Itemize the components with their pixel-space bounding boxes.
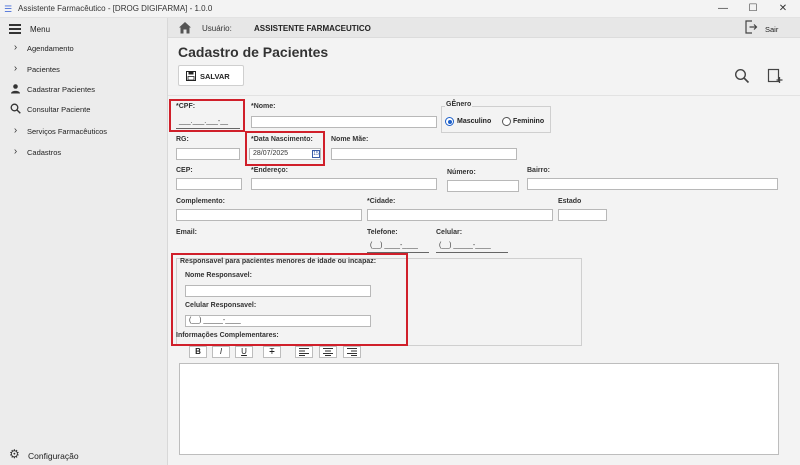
sidebar-item-configuracao[interactable]: ⚙ Configuração bbox=[0, 447, 168, 463]
home-icon[interactable] bbox=[178, 21, 192, 34]
complemento-input[interactable] bbox=[176, 209, 362, 221]
search-icon[interactable] bbox=[734, 68, 750, 84]
window-titlebar: ☰ Assistente Farmacêutico - [DROG DIGIFA… bbox=[0, 0, 800, 18]
info-complementares-editor[interactable] bbox=[179, 363, 779, 455]
sidebar-item-servicos-farmaceuticos[interactable]: › Serviços Farmacêuticos bbox=[0, 123, 168, 139]
main-content: Usuário: ASSISTENTE FARMACEUTICO Sair Ca… bbox=[168, 18, 800, 465]
celular-label: Celular: bbox=[436, 229, 463, 236]
chevron-right-icon: › bbox=[13, 63, 18, 74]
nome-input[interactable] bbox=[251, 116, 437, 128]
user-name: ASSISTENTE FARMACEUTICO bbox=[254, 24, 371, 33]
align-right-button[interactable] bbox=[343, 346, 361, 358]
sidebar-item-label: Cadastros bbox=[27, 148, 62, 157]
genero-label: GÊnero bbox=[445, 101, 473, 108]
sidebar-item-label: Consultar Paciente bbox=[27, 105, 91, 114]
cep-label: CEP: bbox=[176, 167, 193, 174]
italic-button[interactable]: I bbox=[212, 346, 230, 358]
maximize-button[interactable]: ☐ bbox=[740, 2, 766, 16]
patient-form: *CPF: ___.___.___-__ *Nome: GÊnero Mascu… bbox=[168, 95, 800, 465]
sidebar-item-consultar-paciente[interactable]: Consultar Paciente bbox=[0, 101, 168, 117]
bold-button[interactable]: B bbox=[189, 346, 207, 358]
window-title: Assistente Farmacêutico - [DROG DIGIFARM… bbox=[18, 4, 213, 13]
info-complementares-label: Informações Complementares: bbox=[176, 332, 279, 339]
numero-input[interactable] bbox=[447, 180, 519, 192]
nome-responsavel-input[interactable] bbox=[185, 285, 371, 297]
estado-input[interactable] bbox=[558, 209, 607, 221]
page-title: Cadastro de Pacientes bbox=[178, 44, 329, 60]
sidebar-item-label: Serviços Farmacêuticos bbox=[27, 127, 108, 136]
cidade-label: *Cidade: bbox=[367, 198, 396, 205]
celular-input[interactable]: (__) _____-____ bbox=[436, 241, 508, 253]
nome-responsavel-label: Nome Responsavel: bbox=[185, 272, 252, 279]
save-icon bbox=[186, 71, 196, 81]
align-left-button[interactable] bbox=[295, 346, 313, 358]
underline-button[interactable]: U bbox=[235, 346, 253, 358]
save-button[interactable]: SALVAR bbox=[178, 65, 244, 86]
endereco-input[interactable] bbox=[251, 178, 437, 190]
endereco-label: *Endereço: bbox=[251, 167, 288, 174]
save-button-label: SALVAR bbox=[200, 72, 230, 81]
exit-icon[interactable] bbox=[744, 20, 758, 34]
chevron-right-icon: › bbox=[13, 125, 18, 136]
align-right-icon bbox=[347, 348, 357, 356]
estado-label: Estado bbox=[558, 198, 582, 205]
search-icon bbox=[10, 103, 21, 114]
telefone-label: Telefone: bbox=[367, 229, 398, 236]
data-nascimento-highlight bbox=[245, 131, 325, 166]
masculino-label: Masculino bbox=[457, 118, 492, 125]
rg-input[interactable] bbox=[176, 148, 240, 160]
celular-responsavel-input[interactable]: (__) _____-____ bbox=[185, 315, 371, 327]
telefone-input[interactable]: (__) ____-____ bbox=[367, 241, 429, 253]
responsavel-title: Responsavel para pacientes menores de id… bbox=[180, 258, 377, 265]
sidebar-item-label: Pacientes bbox=[27, 65, 60, 74]
align-left-icon bbox=[299, 348, 309, 356]
cep-input[interactable] bbox=[176, 178, 242, 190]
bairro-input[interactable] bbox=[527, 178, 778, 190]
chevron-right-icon: › bbox=[13, 42, 18, 53]
email-label: Email: bbox=[176, 229, 198, 236]
new-record-icon[interactable] bbox=[767, 68, 783, 84]
align-center-button[interactable] bbox=[319, 346, 337, 358]
gear-icon: ⚙ bbox=[9, 447, 20, 461]
sidebar-item-agendamento[interactable]: › Agendamento bbox=[0, 40, 168, 56]
cidade-input[interactable] bbox=[367, 209, 553, 221]
strikethrough-button[interactable]: T bbox=[263, 346, 281, 358]
feminino-radio[interactable] bbox=[502, 117, 511, 126]
masculino-radio[interactable] bbox=[445, 117, 454, 126]
sidebar-item-label: Cadastrar Pacientes bbox=[27, 85, 95, 94]
complemento-label: Complemento: bbox=[176, 198, 225, 205]
nome-mae-label: Nome Mãe: bbox=[331, 136, 369, 143]
sidebar-item-label: Agendamento bbox=[27, 44, 74, 53]
celular-responsavel-label: Celular Responsavel: bbox=[185, 302, 257, 309]
menu-toggle[interactable]: Menu bbox=[0, 20, 168, 38]
nome-label: *Nome: bbox=[251, 103, 276, 110]
person-icon bbox=[10, 83, 21, 94]
exit-button[interactable]: Sair bbox=[765, 25, 778, 34]
sidebar-item-label: Configuração bbox=[28, 451, 79, 461]
hamburger-icon bbox=[9, 24, 21, 34]
user-label: Usuário: bbox=[202, 24, 232, 33]
numero-label: Número: bbox=[447, 169, 476, 176]
chevron-right-icon: › bbox=[13, 146, 18, 157]
nome-mae-input[interactable] bbox=[331, 148, 517, 160]
close-button[interactable]: ✕ bbox=[770, 2, 796, 16]
align-center-icon bbox=[323, 348, 333, 356]
feminino-label: Feminino bbox=[513, 118, 545, 125]
menu-label: Menu bbox=[30, 25, 51, 34]
app-logo-icon: ☰ bbox=[4, 4, 13, 14]
cpf-highlight bbox=[169, 99, 245, 132]
sidebar-item-pacientes[interactable]: › Pacientes bbox=[0, 61, 168, 77]
sidebar: Menu › Agendamento › Pacientes Cadastrar… bbox=[0, 18, 168, 465]
top-bar: Usuário: ASSISTENTE FARMACEUTICO Sair bbox=[168, 18, 800, 38]
minimize-button[interactable]: — bbox=[710, 2, 736, 16]
bairro-label: Bairro: bbox=[527, 167, 550, 174]
sidebar-item-cadastros[interactable]: › Cadastros bbox=[0, 144, 168, 160]
sidebar-item-cadastrar-pacientes[interactable]: Cadastrar Pacientes bbox=[0, 81, 168, 97]
rg-label: RG: bbox=[176, 136, 189, 143]
